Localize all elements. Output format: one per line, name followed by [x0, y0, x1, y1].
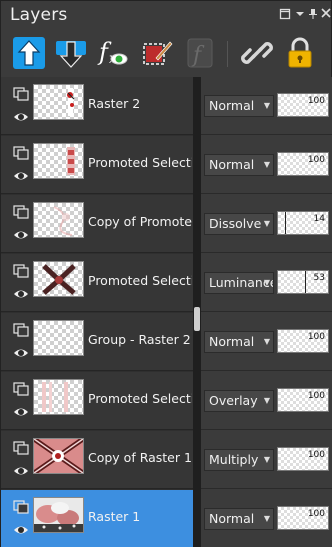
layer-visibility-toggle-icon[interactable] [13, 264, 29, 278]
blend-mode-value: Normal [209, 511, 255, 526]
blend-mode-select[interactable]: Overlay ▼ [204, 390, 274, 412]
layers-panel: Layers f x [0, 0, 332, 547]
layer-name[interactable]: Promoted Selection [88, 273, 192, 288]
layers-toolbar: f x f [1, 31, 332, 77]
opacity-slider[interactable]: 100 [277, 388, 329, 412]
layer-visibility-toggle-icon[interactable] [13, 146, 29, 160]
pin-icon[interactable] [306, 8, 320, 22]
blend-mode-value: Overlay [209, 393, 258, 408]
chevron-down-icon: ▼ [263, 337, 270, 346]
layer-thumbnail[interactable] [33, 143, 84, 179]
opacity-value: 100 [307, 332, 325, 342]
blend-mode-value: Multiply [209, 452, 259, 467]
layer-visibility-toggle-icon[interactable] [13, 382, 29, 396]
opacity-slider[interactable]: 100 [277, 506, 329, 530]
eye-icon[interactable] [13, 523, 29, 537]
opacity-value: 100 [307, 96, 325, 106]
opacity-value: 100 [307, 155, 325, 165]
layer-list: Raster 2 Normal ▼ 100 Promoted Selection Norm… [1, 77, 332, 547]
eye-icon[interactable] [13, 287, 29, 301]
opacity-value: 100 [307, 391, 325, 401]
chevron-down-icon: ▼ [263, 219, 270, 228]
layer-name[interactable]: Group - Raster 2 [88, 332, 192, 347]
opacity-value: 100 [307, 450, 325, 460]
layer-thumbnail[interactable] [33, 261, 84, 297]
layer-visibility-toggle-icon[interactable] [13, 441, 29, 455]
blend-mode-select[interactable]: Normal ▼ [204, 95, 274, 117]
opacity-value: 100 [307, 509, 325, 519]
chevron-down-icon: ▼ [263, 160, 270, 169]
eye-icon[interactable] [13, 405, 29, 419]
opacity-slider[interactable]: 53 [277, 270, 329, 294]
blend-mode-select[interactable]: Dissolve ▼ [204, 213, 274, 235]
layer-visibility-toggle-icon[interactable] [13, 205, 29, 219]
layer-row[interactable]: Promoted Selection Normal ▼ 100 [1, 136, 332, 195]
close-icon[interactable] [319, 8, 332, 22]
blend-mode-select[interactable]: Normal ▼ [204, 331, 274, 353]
move-layer-up-icon[interactable] [11, 35, 47, 71]
opacity-marker [305, 271, 306, 293]
layer-thumbnail[interactable] [33, 497, 84, 533]
blend-mode-select[interactable]: Multiply ▼ [204, 449, 274, 471]
layer-row[interactable]: Promoted Selection Luminance (L)▼ 53 [1, 254, 332, 313]
opacity-slider[interactable]: 100 [277, 329, 329, 353]
layer-visibility-toggle-icon[interactable] [13, 87, 29, 101]
layer-name[interactable]: Raster 2 [88, 96, 192, 111]
layer-name[interactable]: Raster 1 [88, 509, 192, 524]
lock-icon[interactable] [282, 35, 318, 71]
link-icon[interactable] [239, 35, 275, 71]
blend-mode-select[interactable]: Luminance (L)▼ [204, 272, 274, 294]
move-layer-down-icon[interactable] [53, 35, 89, 71]
blend-mode-value: Normal [209, 334, 255, 349]
opacity-slider[interactable]: 100 [277, 93, 329, 117]
chevron-down-icon: ▼ [263, 396, 270, 405]
script-icon[interactable]: f [182, 35, 218, 71]
panel-title: Layers [10, 5, 68, 25]
eye-icon[interactable] [13, 228, 29, 242]
chevron-down-icon: ▼ [263, 101, 270, 110]
layer-visibility-toggle-icon[interactable] [13, 323, 29, 337]
blend-mode-value: Dissolve [209, 216, 262, 231]
eye-icon[interactable] [13, 169, 29, 183]
opacity-slider[interactable]: 100 [277, 152, 329, 176]
toolbar-separator [227, 41, 228, 67]
opacity-marker [285, 212, 286, 234]
layer-visibility-toggle-icon[interactable] [13, 500, 29, 514]
layer-row[interactable]: Raster 2 Normal ▼ 100 [1, 77, 332, 136]
restore-icon[interactable] [278, 8, 292, 22]
eye-icon[interactable] [13, 346, 29, 360]
layer-thumbnail[interactable] [33, 320, 84, 356]
blend-mode-select[interactable]: Normal ▼ [204, 154, 274, 176]
fx-effects-icon[interactable]: f x [95, 35, 131, 71]
panel-titlebar: Layers [1, 1, 332, 31]
layer-row[interactable]: Promoted Selection Overlay ▼ 100 [1, 372, 332, 431]
blend-mode-value: Normal [209, 98, 255, 113]
layer-name[interactable]: Promoted Selection [88, 155, 192, 170]
chevron-down-icon: ▼ [263, 514, 270, 523]
layer-row[interactable]: Raster 1 Normal ▼ 100 [1, 490, 332, 547]
chevron-down-icon: ▼ [263, 455, 270, 464]
dropdown-icon[interactable] [293, 8, 307, 22]
layer-name[interactable]: Copy of Raster 1 [88, 450, 192, 465]
layer-thumbnail[interactable] [33, 202, 84, 238]
layer-name[interactable]: Promoted Selection [88, 391, 192, 406]
layer-thumbnail[interactable] [33, 438, 84, 474]
opacity-slider[interactable]: 14 [277, 211, 329, 235]
eye-icon[interactable] [13, 110, 29, 124]
layer-row[interactable]: Group - Raster 2 Normal ▼ 100 [1, 313, 332, 372]
blend-mode-select[interactable]: Normal ▼ [204, 508, 274, 530]
layer-row[interactable]: Copy of Raster 1 Multiply ▼ 100 [1, 431, 332, 490]
layer-thumbnail[interactable] [33, 379, 84, 415]
layer-row[interactable]: Copy of Promoted Dissolve ▼ 14 [1, 195, 332, 254]
layer-name[interactable]: Copy of Promoted [88, 214, 192, 229]
opacity-value: 53 [313, 273, 325, 283]
opacity-value: 14 [313, 214, 325, 224]
blend-mode-value: Normal [209, 157, 255, 172]
chevron-down-icon: ▼ [263, 278, 270, 287]
eye-icon[interactable] [13, 464, 29, 478]
opacity-slider[interactable]: 100 [277, 447, 329, 471]
edit-selection-icon[interactable] [139, 35, 175, 71]
layer-thumbnail[interactable] [33, 84, 84, 120]
